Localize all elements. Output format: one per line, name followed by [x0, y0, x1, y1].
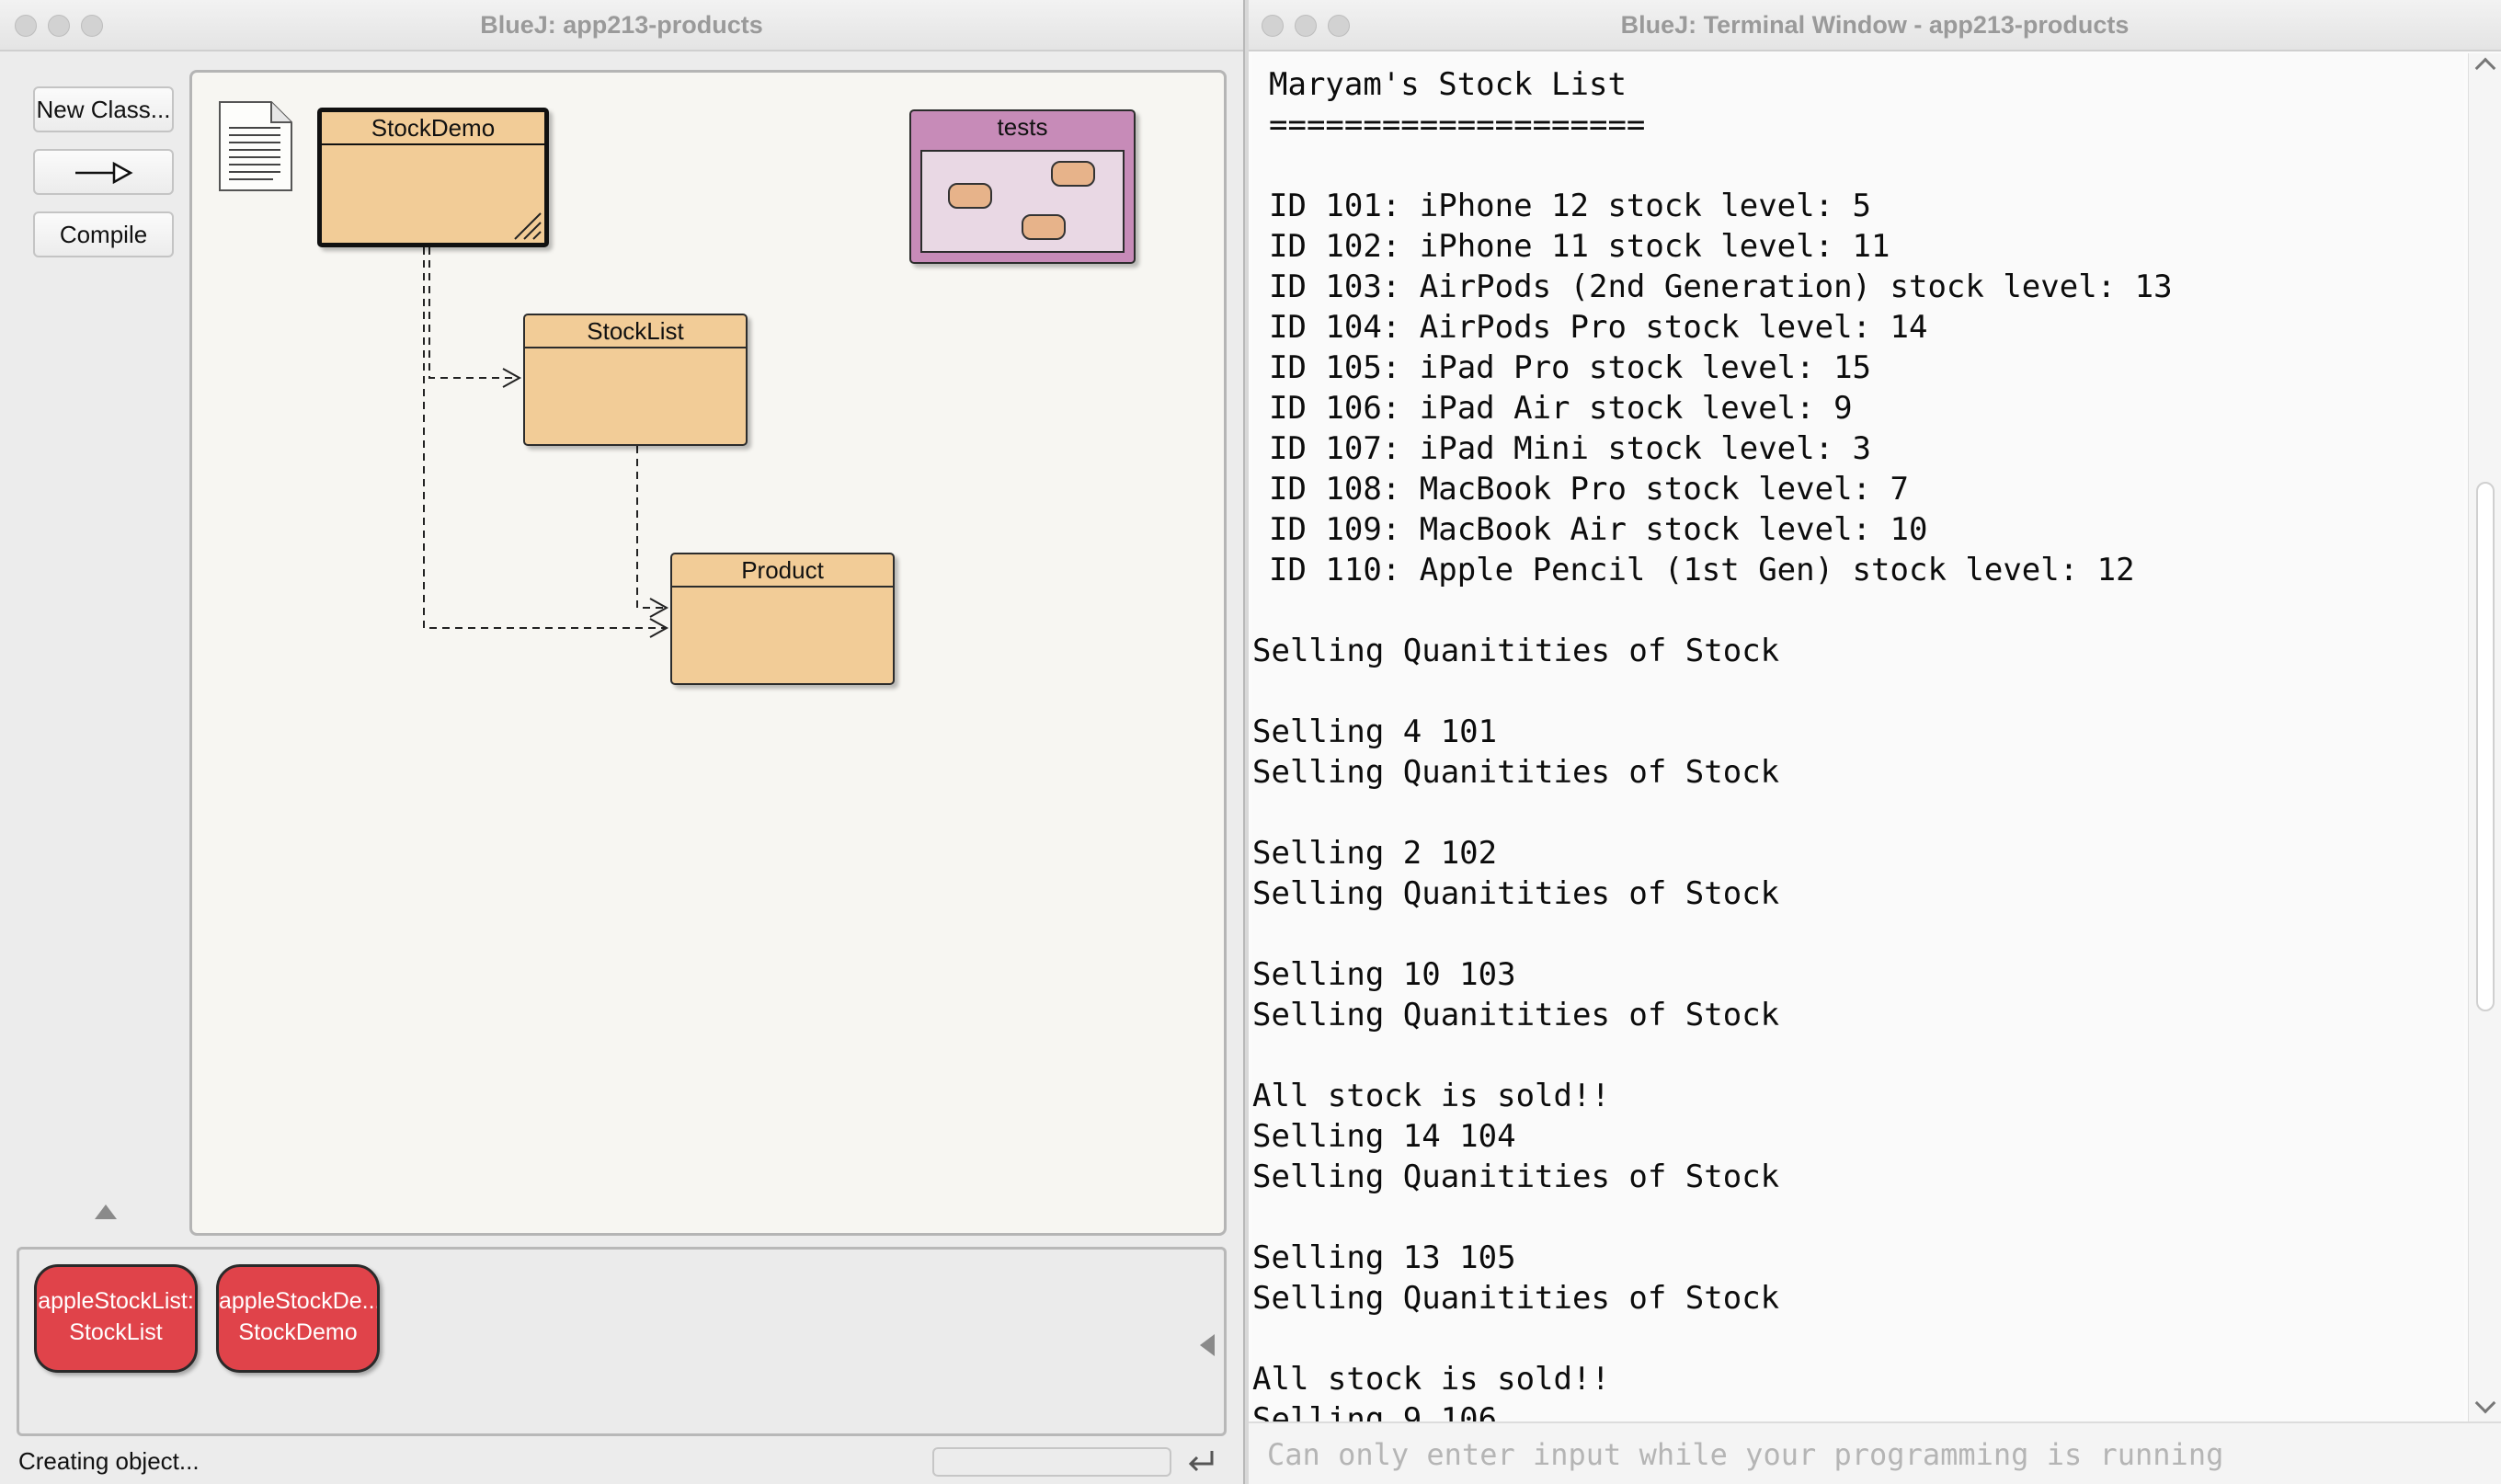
new-arrow-button[interactable] — [33, 149, 174, 195]
terminal-lines: Maryam's Stock List ==================== I… — [1252, 53, 2464, 1421]
terminal-output[interactable]: Maryam's Stock List ==================== I… — [1252, 53, 2464, 1421]
object-type: StockList — [69, 1319, 163, 1345]
object-apple-stock-list[interactable]: appleStockList: StockList — [34, 1264, 198, 1373]
terminal-line: All stock is sold!! — [1252, 1078, 1610, 1114]
status-message: Creating object... — [18, 1447, 200, 1475]
object-name: appleStockList: — [38, 1288, 194, 1314]
terminal-line: ID 104: AirPods Pro stock level: 14 — [1269, 309, 1928, 346]
package-name: tests — [997, 113, 1048, 141]
expand-up-icon[interactable] — [95, 1204, 117, 1219]
class-stocklist[interactable]: StockList — [523, 314, 748, 446]
terminal-line: ID 105: iPad Pro stock level: 15 — [1269, 349, 1872, 386]
terminal-line: Selling Quanitities of Stock — [1252, 1159, 1780, 1195]
terminal-line: ID 108: MacBook Pro stock level: 7 — [1269, 471, 1909, 508]
dependency-stocklist-product — [636, 446, 665, 609]
terminal-input-area — [1249, 1421, 2501, 1484]
readme-file-icon[interactable] — [218, 100, 293, 192]
terminal-line: Maryam's Stock List — [1269, 66, 1627, 103]
terminal-line: Selling Quanitities of Stock — [1252, 875, 1780, 912]
terminal-line: Selling 4 101 — [1252, 713, 1498, 750]
object-type: StockDemo — [238, 1319, 358, 1345]
package-class-icon — [1051, 161, 1095, 187]
compile-button[interactable]: Compile — [33, 211, 174, 257]
terminal-line: ID 102: iPhone 11 stock level: 11 — [1269, 228, 1890, 265]
scroll-up-icon[interactable] — [2474, 57, 2496, 79]
class-name: StockList — [525, 315, 746, 348]
object-apple-stock-demo[interactable]: appleStockDe... StockDemo — [216, 1264, 380, 1373]
window-title: BlueJ: Terminal Window - app213-products — [1620, 11, 2130, 39]
title-bar[interactable]: BlueJ: app213-products — [0, 0, 1243, 51]
dependency-stockdemo-stocklist — [428, 247, 518, 379]
object-name: appleStockDe... — [219, 1288, 380, 1314]
title-bar[interactable]: BlueJ: Terminal Window - app213-products — [1249, 0, 2501, 51]
window-title: BlueJ: app213-products — [480, 11, 763, 39]
object-bench[interactable]: appleStockList: StockList appleStockDe..… — [17, 1247, 1227, 1436]
terminal-line: ID 107: iPad Mini stock level: 3 — [1269, 430, 1872, 467]
terminal-line: Selling Quanitities of Stock — [1252, 997, 1780, 1033]
package-body — [920, 150, 1125, 253]
terminal-line: ID 106: iPad Air stock level: 9 — [1269, 390, 1853, 427]
terminal-line: ID 109: MacBook Air stock level: 10 — [1269, 511, 1928, 548]
bluej-project-window: BlueJ: app213-products New Class... Comp… — [0, 0, 1245, 1484]
collapse-left-icon[interactable] — [1200, 1334, 1215, 1356]
package-class-icon — [948, 183, 992, 209]
terminal-line: Selling 2 102 — [1252, 835, 1498, 872]
vertical-scrollbar[interactable] — [2468, 53, 2501, 1421]
class-name: Product — [672, 554, 893, 588]
terminal-line: ID 101: iPhone 12 stock level: 5 — [1269, 188, 1872, 224]
terminal-line: ==================== — [1269, 107, 1646, 143]
terminal-line: Selling 10 103 — [1252, 956, 1516, 993]
class-diagram[interactable]: StockDemo StockList Product tests — [189, 70, 1227, 1236]
package-class-icon — [1022, 214, 1066, 240]
terminal-input[interactable] — [1267, 1436, 2462, 1473]
terminal-line: Selling 14 104 — [1252, 1118, 1516, 1155]
terminal-line: Selling Quanitities of Stock — [1252, 633, 1780, 669]
vm-progress-bar — [932, 1447, 1171, 1477]
terminal-line: Selling 9 106 — [1252, 1401, 1498, 1421]
uses-arrow-icon — [74, 162, 133, 184]
status-bar: Creating object... — [0, 1440, 1243, 1484]
reset-vm-icon[interactable] — [1184, 1445, 1217, 1478]
scrollbar-thumb[interactable] — [2476, 482, 2495, 1011]
class-name: StockDemo — [322, 112, 544, 145]
terminal-window: BlueJ: Terminal Window - app213-products… — [1249, 0, 2501, 1484]
new-class-button[interactable]: New Class... — [33, 86, 174, 132]
resize-handle-icon[interactable] — [509, 208, 542, 241]
terminal-line: All stock is sold!! — [1252, 1361, 1610, 1398]
terminal-line: Selling Quanitities of Stock — [1252, 754, 1780, 791]
scroll-down-icon[interactable] — [2474, 1392, 2496, 1414]
terminal-line: Selling Quanitities of Stock — [1252, 1280, 1780, 1317]
class-product[interactable]: Product — [670, 553, 895, 685]
terminal-line: ID 110: Apple Pencil (1st Gen) stock lev… — [1269, 552, 2135, 588]
package-tests[interactable]: tests — [909, 109, 1136, 264]
class-stockdemo[interactable]: StockDemo — [317, 108, 549, 247]
terminal-line: ID 103: AirPods (2nd Generation) stock l… — [1269, 268, 2173, 305]
terminal-line: Selling 13 105 — [1252, 1239, 1516, 1276]
